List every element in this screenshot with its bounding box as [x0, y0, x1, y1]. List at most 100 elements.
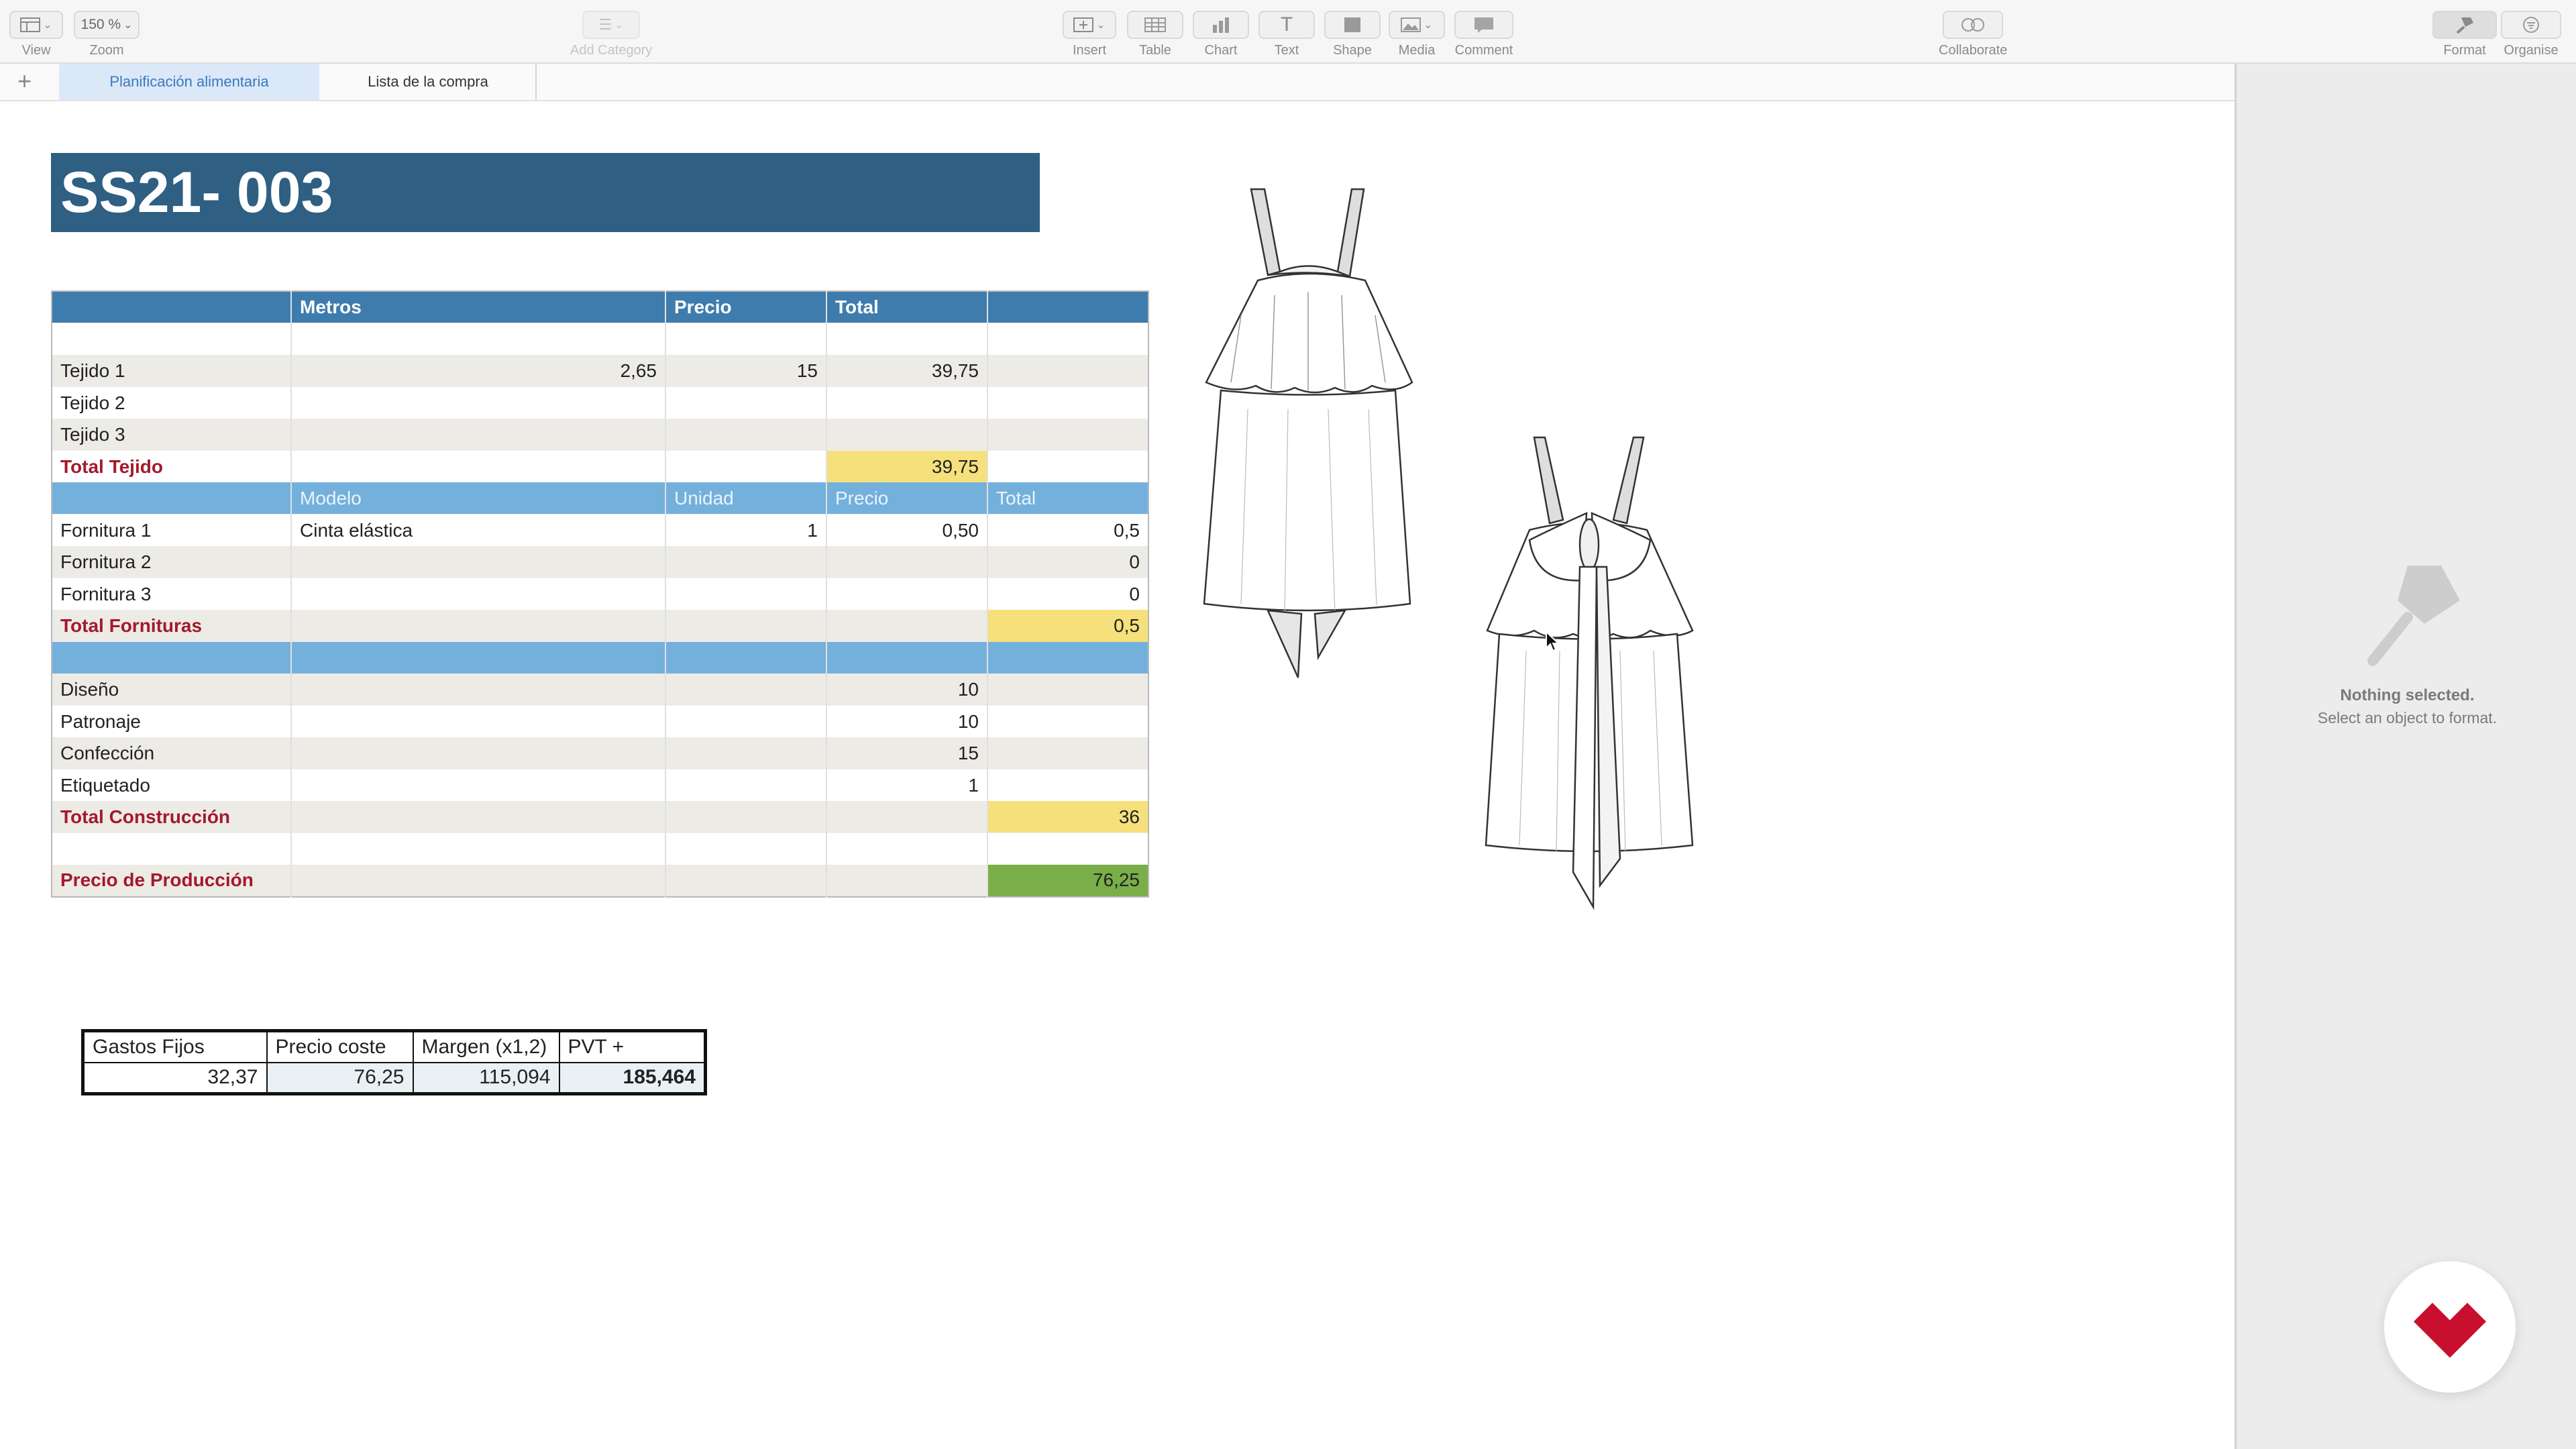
table-cell[interactable] — [665, 737, 826, 769]
table-cell[interactable] — [665, 641, 826, 674]
row-label[interactable]: Fornitura 1 — [52, 514, 291, 546]
table-control[interactable]: Table — [1127, 11, 1183, 58]
comment-icon[interactable] — [1454, 11, 1513, 39]
table-cell[interactable] — [52, 641, 291, 674]
paintbrush-icon[interactable] — [2432, 11, 2497, 39]
table-cell[interactable] — [290, 865, 665, 897]
table-cell[interactable] — [987, 641, 1148, 674]
shape-icon[interactable] — [1324, 11, 1381, 39]
table-cell[interactable] — [290, 578, 665, 610]
text-control[interactable]: T Text — [1258, 11, 1315, 58]
table-cell[interactable] — [290, 419, 665, 451]
margen-header[interactable]: Margen (x1,2) — [412, 1030, 560, 1063]
value-cell[interactable]: 10 — [826, 674, 987, 706]
table-cell[interactable] — [826, 323, 987, 355]
row-label[interactable]: Tejido 2 — [52, 386, 291, 419]
table-cell[interactable] — [665, 610, 826, 642]
header-cell[interactable]: Precio — [665, 291, 826, 323]
summary-table[interactable]: Gastos Fijos Precio coste Margen (x1,2) … — [81, 1029, 707, 1095]
value-cell[interactable]: 1 — [826, 769, 987, 801]
gastos-fijos-value[interactable]: 32,37 — [82, 1061, 268, 1095]
table-cell[interactable] — [987, 737, 1148, 769]
header-cell[interactable]: Metros — [290, 291, 665, 323]
total-cell[interactable]: 39,75 — [826, 355, 987, 387]
precio-cell[interactable]: 15 — [665, 355, 826, 387]
subheader-cell[interactable] — [52, 482, 291, 515]
comment-control[interactable]: Comment — [1454, 11, 1513, 58]
collaborate-icon[interactable] — [1943, 11, 2004, 39]
row-label[interactable]: Fornitura 3 — [52, 578, 291, 610]
total-cell[interactable]: 0 — [987, 578, 1148, 610]
total-fornituras-value[interactable]: 0,5 — [987, 610, 1148, 642]
metros-cell[interactable]: 2,65 — [290, 355, 665, 387]
table-cell[interactable] — [665, 386, 826, 419]
table-cell[interactable] — [665, 769, 826, 801]
table-cell[interactable] — [826, 419, 987, 451]
organise-icon[interactable] — [2501, 11, 2561, 39]
precio-produccion-label[interactable]: Precio de Producción — [52, 865, 291, 897]
table-cell[interactable] — [290, 705, 665, 737]
media-icon[interactable]: ⌄ — [1389, 11, 1445, 39]
table-cell[interactable] — [987, 833, 1148, 865]
table-cell[interactable] — [290, 450, 665, 482]
precio-coste-header[interactable]: Precio coste — [266, 1030, 414, 1063]
table-cell[interactable] — [665, 674, 826, 706]
row-label[interactable]: Diseño — [52, 674, 291, 706]
subheader-cell[interactable]: Precio — [826, 482, 987, 515]
total-tejido-label[interactable]: Total Tejido — [52, 450, 291, 482]
table-cell[interactable] — [290, 833, 665, 865]
table-cell[interactable] — [290, 546, 665, 578]
table-cell[interactable] — [665, 578, 826, 610]
table-cell[interactable] — [826, 865, 987, 897]
subheader-cell[interactable]: Modelo — [290, 482, 665, 515]
zoom-control[interactable]: 150 % ⌄ Zoom — [74, 11, 140, 58]
table-icon[interactable] — [1127, 11, 1183, 39]
value-cell[interactable]: 15 — [826, 737, 987, 769]
value-cell[interactable]: 10 — [826, 705, 987, 737]
chart-control[interactable]: Chart — [1193, 11, 1249, 58]
total-construccion-value[interactable]: 36 — [987, 801, 1148, 833]
brand-logo[interactable] — [2384, 1261, 2516, 1393]
table-cell[interactable] — [665, 450, 826, 482]
zoom-dropdown[interactable]: 150 % ⌄ — [74, 11, 140, 39]
table-cell[interactable] — [826, 386, 987, 419]
precio-coste-value[interactable]: 76,25 — [266, 1061, 414, 1095]
media-control[interactable]: ⌄ Media — [1389, 11, 1445, 58]
table-cell[interactable] — [987, 386, 1148, 419]
insert-icon[interactable]: ⌄ — [1063, 11, 1116, 39]
total-construccion-label[interactable]: Total Construcción — [52, 801, 291, 833]
table-cell[interactable] — [665, 323, 826, 355]
table-cell[interactable] — [987, 323, 1148, 355]
precio-cell[interactable]: 0,50 — [826, 514, 987, 546]
view-control[interactable]: ⌄ View — [9, 11, 63, 58]
format-control[interactable]: Format — [2432, 11, 2497, 58]
table-cell[interactable] — [665, 705, 826, 737]
table-cell[interactable] — [987, 705, 1148, 737]
row-label[interactable]: Etiquetado — [52, 769, 291, 801]
shape-control[interactable]: Shape — [1324, 11, 1381, 58]
table-cell[interactable] — [290, 737, 665, 769]
table-cell[interactable] — [987, 419, 1148, 451]
table-cell[interactable] — [987, 355, 1148, 387]
total-cell[interactable]: 0,5 — [987, 514, 1148, 546]
table-cell[interactable] — [826, 610, 987, 642]
dress-front-sketch[interactable] — [1201, 181, 1422, 684]
header-cell[interactable] — [987, 291, 1148, 323]
table-cell[interactable] — [826, 801, 987, 833]
precio-produccion-value[interactable]: 76,25 — [987, 865, 1148, 897]
table-cell[interactable] — [52, 833, 291, 865]
sidebar-view-icon[interactable]: ⌄ — [9, 11, 63, 39]
table-cell[interactable] — [826, 578, 987, 610]
chart-icon[interactable] — [1193, 11, 1249, 39]
table-cell[interactable] — [290, 801, 665, 833]
collaborate-control[interactable]: Collaborate — [1939, 11, 2007, 58]
margen-value[interactable]: 115,094 — [412, 1061, 560, 1095]
table-cell[interactable] — [826, 833, 987, 865]
header-cell[interactable] — [52, 291, 291, 323]
row-label[interactable]: Tejido 1 — [52, 355, 291, 387]
total-cell[interactable]: 0 — [987, 546, 1148, 578]
table-cell[interactable] — [987, 674, 1148, 706]
dress-back-sketch[interactable] — [1479, 429, 1701, 912]
add-category-control[interactable]: ☰ ⌄ Add Category — [570, 11, 652, 58]
tab-planificacion-alimentaria[interactable]: Planificación alimentaria — [59, 64, 319, 100]
